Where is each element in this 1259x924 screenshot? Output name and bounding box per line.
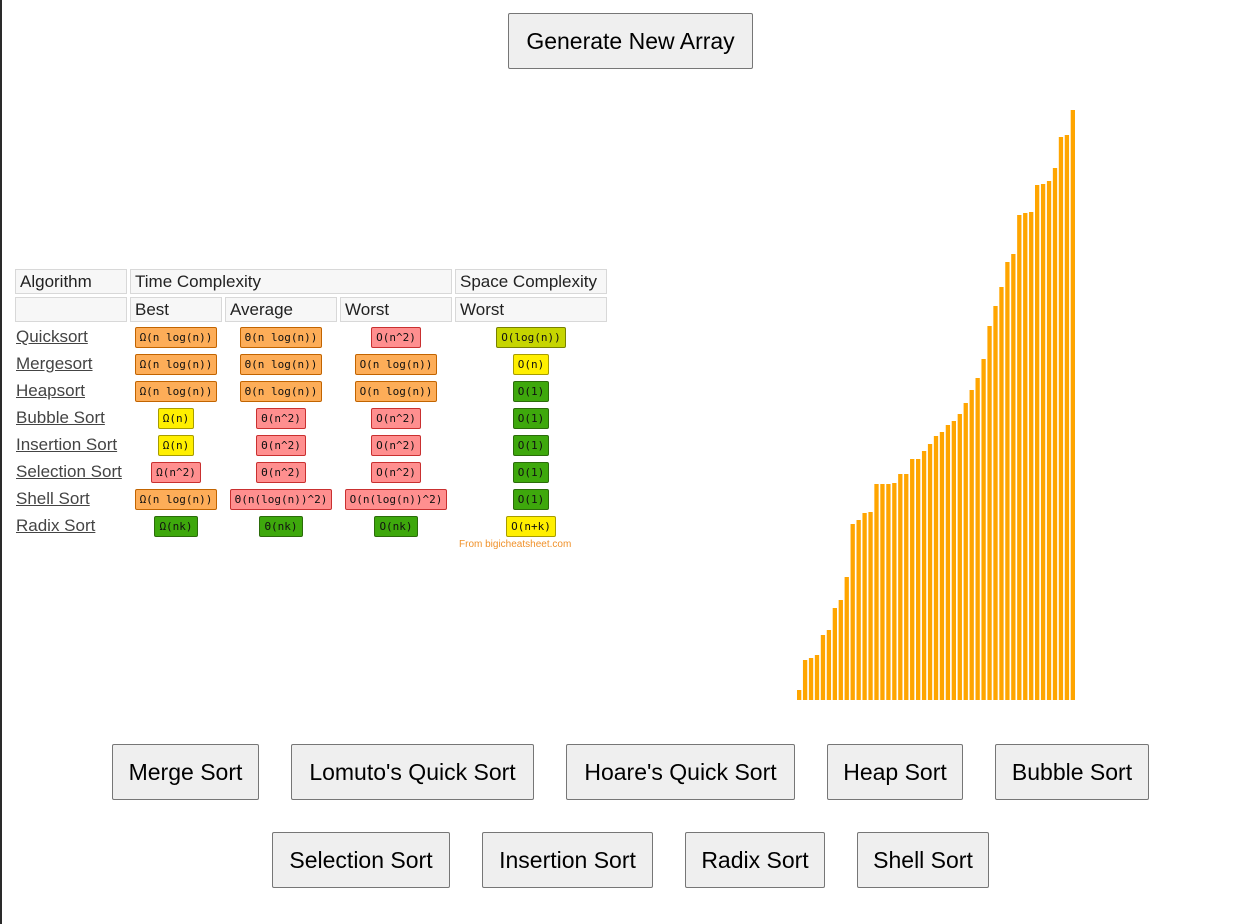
shell-sort-button[interactable]: Shell Sort	[857, 832, 989, 888]
array-bar	[814, 655, 820, 700]
array-bar	[1005, 262, 1010, 700]
array-bar	[880, 484, 885, 700]
array-bar	[862, 513, 867, 700]
array-bar	[910, 459, 915, 700]
array-bar	[1011, 254, 1016, 700]
array-bar	[993, 306, 998, 700]
array-bar	[945, 425, 951, 700]
array-bar	[874, 484, 879, 700]
array-bar	[939, 432, 945, 700]
array-bar	[933, 436, 939, 700]
array-bar	[1023, 213, 1028, 700]
array-bar	[1052, 168, 1058, 700]
array-bar	[927, 444, 933, 700]
array-bar	[844, 577, 849, 700]
array-bar	[981, 359, 986, 700]
array-bar	[1070, 110, 1075, 700]
array-bar	[1029, 212, 1034, 700]
array-bar	[963, 403, 968, 700]
array-bar	[797, 690, 802, 700]
bubble-sort-button[interactable]: Bubble Sort	[995, 744, 1149, 800]
array-bar	[1040, 184, 1046, 700]
array-bar	[987, 326, 992, 700]
array-bar	[1046, 181, 1052, 700]
heap-sort-button[interactable]: Heap Sort	[827, 744, 963, 800]
array-bar	[951, 421, 956, 700]
lomuto-s-quick-sort-button[interactable]: Lomuto's Quick Sort	[291, 744, 534, 800]
hoare-s-quick-sort-button[interactable]: Hoare's Quick Sort	[566, 744, 795, 800]
insertion-sort-button[interactable]: Insertion Sort	[482, 832, 653, 888]
array-bar	[892, 483, 897, 700]
array-bar	[904, 474, 909, 700]
array-bar	[886, 484, 891, 700]
array-bar	[802, 660, 808, 700]
array-bar	[999, 287, 1004, 700]
array-bar	[808, 658, 814, 700]
array-bar	[957, 414, 962, 700]
array-bar	[868, 512, 873, 700]
merge-sort-button[interactable]: Merge Sort	[112, 744, 259, 800]
array-bar	[916, 459, 921, 700]
array-bar	[1064, 135, 1070, 700]
radix-sort-button[interactable]: Radix Sort	[685, 832, 825, 888]
array-bar	[1035, 185, 1040, 700]
selection-sort-button[interactable]: Selection Sort	[272, 832, 450, 888]
array-bar	[1058, 137, 1064, 700]
array-bar	[826, 630, 832, 700]
array-bar	[898, 474, 903, 700]
array-bar	[921, 451, 927, 700]
array-bar	[1017, 215, 1022, 700]
array-bar	[856, 520, 861, 700]
array-bar	[820, 635, 826, 700]
array-bar	[832, 608, 837, 700]
array-bar	[838, 600, 843, 700]
array-bar	[975, 378, 980, 700]
array-bar	[850, 524, 855, 700]
array-bar	[969, 390, 974, 700]
